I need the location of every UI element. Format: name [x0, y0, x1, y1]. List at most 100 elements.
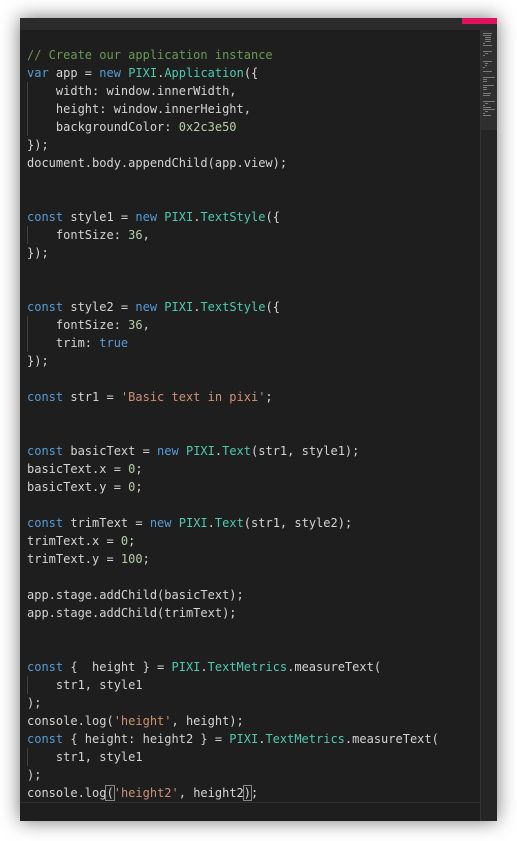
active-tab-indicator[interactable] — [462, 18, 497, 24]
code-token: PIXI — [128, 66, 158, 80]
code-line[interactable]: ); — [27, 766, 439, 784]
code-token: Text — [222, 444, 252, 458]
code-line[interactable]: basicText.y = 0; — [27, 478, 439, 496]
code-token: (str1, style1); — [251, 444, 360, 458]
code-line[interactable]: const basicText = new PIXI.Text(str1, st… — [27, 442, 439, 460]
code-token: ; — [135, 462, 143, 476]
code-token: const — [27, 300, 64, 314]
code-token: app.stage.addChild(trimText); — [27, 606, 237, 620]
code-line[interactable]: trimText.x = 0; — [27, 532, 439, 550]
code-token: . — [207, 516, 215, 530]
code-line[interactable] — [27, 172, 439, 190]
indent-guide — [27, 748, 28, 766]
code-token: basicText.x = — [27, 462, 129, 476]
code-line[interactable] — [27, 370, 439, 388]
code-line[interactable]: trim: true — [27, 334, 439, 352]
code-token: ; — [265, 390, 273, 404]
code-line[interactable]: str1, style1 — [27, 676, 439, 694]
code-token: fontSize: — [27, 318, 129, 332]
code-line[interactable]: const trimText = new PIXI.Text(str1, sty… — [27, 514, 439, 532]
code-line[interactable]: const str1 = 'Basic text in pixi'; — [27, 388, 439, 406]
code-token: 0x2c3e50 — [178, 120, 237, 134]
code-line[interactable]: }); — [27, 244, 439, 262]
code-token: // Create our application instance — [27, 48, 273, 62]
code-token: document.body.appendChild(app.view); — [27, 156, 288, 170]
code-token: ({ — [265, 210, 280, 224]
code-token: PIXI — [164, 210, 194, 224]
indent-guide — [27, 316, 28, 334]
code-token: new — [157, 444, 179, 458]
code-line[interactable]: app.stage.addChild(basicText); — [27, 586, 439, 604]
code-token: PIXI — [178, 516, 208, 530]
code-token: true — [99, 336, 129, 350]
code-line[interactable]: const { height } = PIXI.TextMetrics.meas… — [27, 658, 439, 676]
code-editor[interactable]: // Create our application instance var ap… — [20, 30, 481, 821]
code-line[interactable] — [27, 280, 439, 298]
code-area[interactable]: // Create our application instance var ap… — [27, 46, 439, 802]
code-token: trimText = — [63, 516, 150, 530]
code-token: style1 = — [63, 210, 136, 224]
code-line[interactable]: trimText.y = 100; — [27, 550, 439, 568]
indent-guide — [27, 82, 28, 100]
code-line[interactable] — [27, 622, 439, 640]
code-line[interactable]: var app = new PIXI.Application({ — [27, 64, 439, 82]
code-token: new — [135, 210, 158, 224]
code-token: const — [27, 210, 64, 224]
code-token: const — [27, 660, 64, 674]
code-token: str1 = — [63, 390, 121, 404]
code-line[interactable]: height: window.innerHeight, — [27, 100, 439, 118]
indent-guide — [27, 118, 28, 136]
code-token: .measureText( — [287, 660, 382, 674]
code-token: (str1, style2); — [243, 516, 353, 530]
code-line[interactable]: ); — [27, 694, 439, 712]
code-token: trim: — [27, 336, 100, 350]
code-line[interactable]: str1, style1 — [27, 748, 439, 766]
code-token: backgroundColor: — [27, 120, 179, 134]
code-line[interactable]: const style1 = new PIXI.TextStyle({ — [27, 208, 439, 226]
code-line[interactable]: }); — [27, 352, 439, 370]
code-token: { height: height2 } = — [63, 732, 230, 746]
code-token: ( — [105, 785, 115, 801]
code-line[interactable]: const style2 = new PIXI.TextStyle({ — [27, 298, 439, 316]
code-line[interactable]: fontSize: 36, — [27, 226, 439, 244]
code-token: var — [27, 66, 49, 80]
code-line[interactable] — [27, 190, 439, 208]
code-token: app = — [48, 66, 100, 80]
code-line[interactable]: console.log('height', height); — [27, 712, 439, 730]
indent-guide — [27, 100, 28, 118]
code-line[interactable]: fontSize: 36, — [27, 316, 439, 334]
code-token: console.log( — [27, 714, 114, 728]
code-line[interactable] — [27, 640, 439, 658]
code-line[interactable]: console.log('height2', height2); — [27, 784, 439, 802]
code-token: , height); — [171, 714, 244, 728]
code-line[interactable]: basicText.x = 0; — [27, 460, 439, 478]
code-token: . — [200, 660, 208, 674]
code-line[interactable]: // Create our application instance — [27, 46, 439, 64]
code-token: { height } = — [63, 660, 172, 674]
code-line[interactable]: }); — [27, 136, 439, 154]
code-line[interactable] — [27, 262, 439, 280]
code-token: basicText.y = — [27, 480, 129, 494]
code-token: ({ — [265, 300, 280, 314]
code-token: new — [149, 516, 172, 530]
code-token: basicText = — [63, 444, 158, 458]
code-line[interactable] — [27, 496, 439, 514]
code-line[interactable]: document.body.appendChild(app.view); — [27, 154, 439, 172]
code-token: height: window.innerHeight, — [27, 102, 251, 116]
code-line[interactable] — [27, 424, 439, 442]
code-line[interactable] — [27, 406, 439, 424]
scrollbar-slider[interactable] — [481, 30, 497, 130]
minimap[interactable] — [480, 30, 497, 821]
code-line[interactable]: width: window.innerWidth, — [27, 82, 439, 100]
code-line[interactable]: const { height: height2 } = PIXI.TextMet… — [27, 730, 439, 748]
code-line[interactable]: app.stage.addChild(trimText); — [27, 604, 439, 622]
code-token: ; — [251, 786, 259, 800]
code-line[interactable] — [27, 568, 439, 586]
code-token: PIXI — [185, 444, 215, 458]
code-token: const — [27, 732, 64, 746]
code-line[interactable]: backgroundColor: 0x2c3e50 — [27, 118, 439, 136]
code-token: style2 = — [63, 300, 136, 314]
code-token: Text — [214, 516, 244, 530]
code-token: fontSize: — [27, 228, 129, 242]
